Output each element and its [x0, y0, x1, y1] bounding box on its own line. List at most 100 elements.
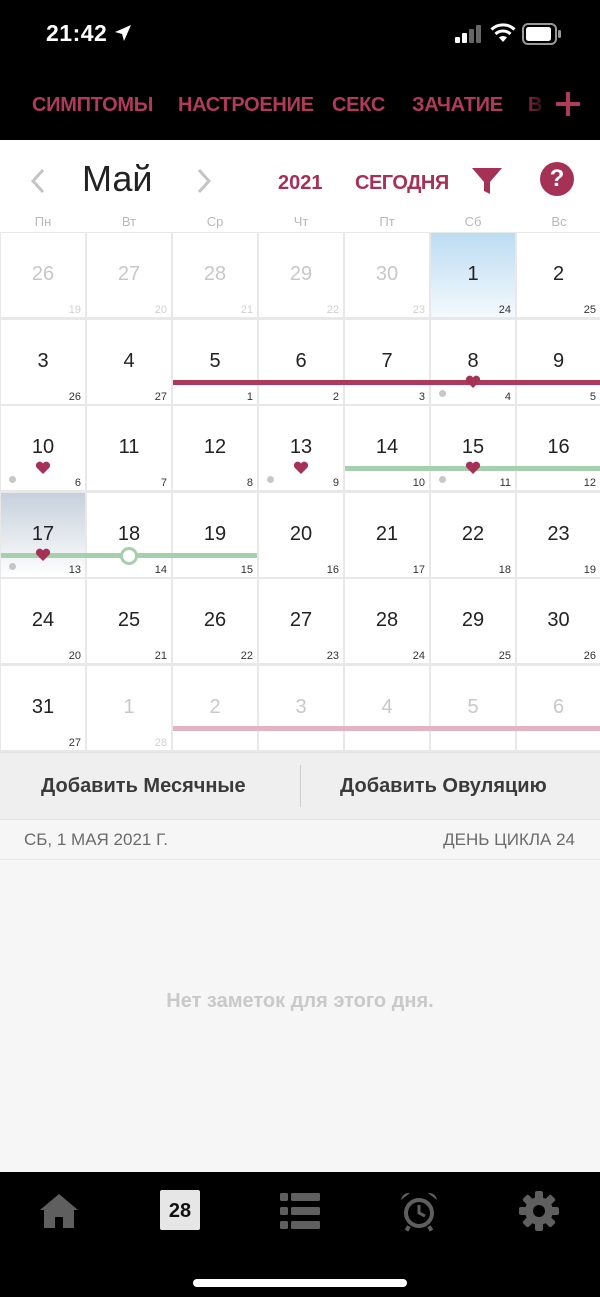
day-cell[interactable]: 16 12: [517, 406, 600, 490]
day-cell[interactable]: 19 15: [173, 492, 257, 577]
day-cell[interactable]: 26 19: [1, 233, 85, 317]
tab-conception[interactable]: ЗАЧАТИЕ: [412, 94, 503, 117]
day-number: 28: [203, 263, 227, 285]
cycle-day-number: 9: [332, 477, 339, 489]
day-cell[interactable]: 23 19: [517, 492, 600, 577]
day-number: 2: [552, 263, 565, 285]
home-icon[interactable]: [38, 1190, 80, 1232]
tab-mood[interactable]: НАСТРОЕНИЕ: [178, 94, 314, 117]
day-cell[interactable]: 3: [259, 665, 343, 750]
today-button[interactable]: СЕГОДНЯ: [355, 172, 449, 195]
day-cell[interactable]: 28 24: [345, 579, 429, 663]
day-cell[interactable]: 51: [173, 319, 257, 404]
day-cell[interactable]: 27 20: [87, 233, 171, 317]
bottom-tab-bar: 28: [0, 1172, 600, 1297]
day-cell[interactable]: 62: [259, 319, 343, 404]
selected-date: СБ, 1 МАЯ 2021 Г.: [24, 830, 168, 849]
chevron-right-icon[interactable]: [192, 166, 216, 196]
cycle-day-number: 22: [326, 304, 339, 316]
weekday-label: Пт: [379, 214, 395, 229]
day-cell[interactable]: 15 11: [431, 406, 515, 490]
cycle-day-number: 7: [160, 477, 167, 489]
action-bar: Добавить Месячные Добавить Овуляцию: [0, 752, 600, 820]
day-cell[interactable]: 13 9: [259, 406, 343, 490]
category-tabs: СИМПТОМЫ НАСТРОЕНИЕ СЕКС ЗАЧАТИЕ В: [0, 70, 600, 140]
tab-symptoms[interactable]: СИМПТОМЫ: [32, 94, 153, 117]
day-number: 29: [461, 609, 485, 631]
list-icon[interactable]: [279, 1190, 321, 1232]
day-cell[interactable]: 28 21: [173, 233, 257, 317]
day-number: 18: [117, 522, 141, 545]
note-dot-icon: [439, 389, 446, 397]
day-cell[interactable]: 128: [173, 406, 257, 490]
day-cell[interactable]: 30 26: [517, 579, 600, 663]
day-number: 21: [375, 522, 399, 545]
cycle-day-number: 5: [589, 390, 596, 403]
cellular-signal-icon: [455, 25, 481, 43]
home-indicator: [193, 1279, 407, 1287]
day-cell[interactable]: 10 6: [1, 406, 85, 490]
month-title: Май: [82, 158, 153, 199]
heart-icon: [465, 375, 481, 389]
day-number: 29: [289, 263, 313, 285]
calendar-icon[interactable]: 28: [160, 1190, 200, 1230]
help-icon[interactable]: ?: [540, 162, 574, 196]
day-number: 3: [295, 695, 307, 718]
day-cell[interactable]: 22 18: [431, 492, 515, 577]
year-button[interactable]: 2021: [278, 172, 323, 195]
day-cell[interactable]: 84: [431, 319, 515, 404]
day-number: 15: [461, 436, 485, 458]
day-number: 24: [31, 609, 55, 631]
note-dot-icon: [9, 562, 16, 570]
day-number: 9: [552, 349, 565, 372]
day-number: 6: [552, 695, 565, 718]
day-cell[interactable]: 3 26: [1, 319, 85, 404]
day-cell[interactable]: 30 23: [345, 233, 429, 317]
cycle-day-number: 22: [240, 650, 253, 662]
day-cell[interactable]: 128: [87, 665, 171, 750]
day-cell[interactable]: 73: [345, 319, 429, 404]
cycle-day-number: 6: [74, 477, 81, 489]
day-cell[interactable]: 25 21: [87, 579, 171, 663]
day-cell[interactable]: 11 7: [87, 406, 171, 490]
add-ovulation-button[interactable]: Добавить Овуляцию: [340, 775, 547, 798]
filter-icon[interactable]: [470, 164, 504, 198]
add-period-button[interactable]: Добавить Месячные: [41, 775, 246, 798]
day-number: 4: [381, 695, 393, 718]
note-dot-icon: [439, 476, 446, 483]
day-number: 4: [123, 349, 135, 372]
day-cell[interactable]: 6: [517, 665, 600, 750]
day-cell[interactable]: 4 27: [87, 319, 171, 404]
day-cell[interactable]: 4: [345, 665, 429, 750]
day-cell[interactable]: 2: [173, 665, 257, 750]
cycle-day-number: 12: [583, 477, 596, 489]
day-cell[interactable]: 29 22: [259, 233, 343, 317]
day-cell[interactable]: 26 22: [173, 579, 257, 663]
tab-sex[interactable]: СЕКС: [332, 94, 385, 117]
day-number: 31: [31, 695, 55, 718]
day-cell[interactable]: 17 13: [1, 492, 85, 577]
day-cell[interactable]: 27 23: [259, 579, 343, 663]
cycle-day-number: 13: [68, 563, 81, 576]
cycle-day-number: 25: [583, 304, 596, 316]
day-number: 6: [295, 349, 307, 372]
cycle-day-number: 27: [68, 736, 81, 749]
day-number: 12: [203, 436, 227, 458]
day-cell[interactable]: 31 27: [1, 665, 85, 750]
day-cell[interactable]: 29 25: [431, 579, 515, 663]
chevron-left-icon[interactable]: [26, 166, 50, 196]
day-number: 2: [209, 695, 221, 718]
plus-icon[interactable]: [552, 88, 584, 120]
day-cell[interactable]: 24 20: [1, 579, 85, 663]
heart-icon: [293, 461, 309, 475]
day-cell[interactable]: 1 24: [431, 233, 515, 317]
day-cell[interactable]: 95: [517, 319, 600, 404]
day-cell[interactable]: 14 10: [345, 406, 429, 490]
day-cell[interactable]: 20 16: [259, 492, 343, 577]
day-cell[interactable]: 21 17: [345, 492, 429, 577]
day-cell[interactable]: 5: [431, 665, 515, 750]
day-cell[interactable]: 2 25: [517, 233, 600, 317]
alarm-clock-icon[interactable]: [398, 1190, 440, 1232]
status-time: 21:42: [46, 20, 108, 46]
gear-icon[interactable]: [518, 1190, 560, 1232]
